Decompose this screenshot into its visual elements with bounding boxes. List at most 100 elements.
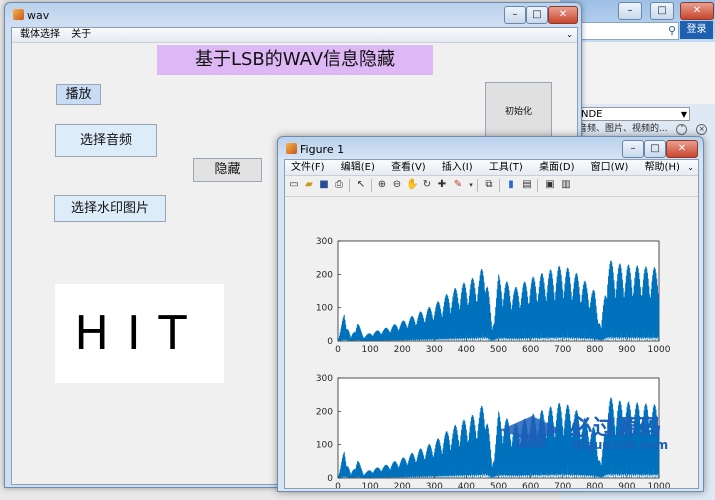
colorbar-icon[interactable]: ▮ bbox=[505, 179, 517, 191]
maximize-button[interactable]: □ bbox=[650, 2, 674, 20]
brush-icon[interactable]: ✎ bbox=[452, 179, 464, 191]
x-tick-label: 200 bbox=[394, 345, 411, 355]
chevron-down-icon: ▼ bbox=[680, 110, 687, 119]
menu-file[interactable]: 文件(F) bbox=[291, 162, 325, 173]
chevron-down-circle-icon[interactable]: ˅ bbox=[676, 124, 688, 135]
y-tick-label: 0 bbox=[327, 337, 333, 347]
chevron-icon[interactable]: ⌄ bbox=[566, 28, 573, 42]
play-button[interactable]: 播放 bbox=[56, 84, 101, 105]
browser-search-input[interactable]: ⚲ bbox=[578, 22, 679, 40]
legend-icon[interactable]: ▤ bbox=[521, 179, 533, 191]
minimize-button[interactable]: – bbox=[618, 2, 642, 20]
print-icon[interactable]: ⎙ bbox=[333, 179, 345, 191]
data-cursor-icon[interactable]: ✚ bbox=[436, 179, 448, 191]
page-title: 基于LSB的WAV信息隐藏 bbox=[157, 45, 433, 75]
close-circle-icon[interactable]: × bbox=[696, 124, 708, 135]
menu-help[interactable]: 帮助(H) bbox=[645, 162, 680, 173]
x-tick-label: 600 bbox=[522, 345, 539, 355]
y-tick-label: 0 bbox=[327, 474, 333, 484]
x-tick-label: 100 bbox=[362, 345, 379, 355]
x-tick-label: 400 bbox=[458, 345, 475, 355]
login-button[interactable]: 登录 bbox=[680, 21, 713, 39]
maximize-button[interactable]: □ bbox=[526, 6, 548, 24]
x-tick-label: 700 bbox=[554, 482, 571, 488]
x-tick-label: 300 bbox=[426, 482, 443, 488]
y-tick-label: 100 bbox=[316, 441, 333, 451]
new-file-icon[interactable]: ▭ bbox=[288, 179, 300, 191]
menu-about[interactable]: 关于 bbox=[71, 29, 91, 40]
menu-tools[interactable]: 工具(T) bbox=[489, 162, 523, 173]
toolbar-divider bbox=[349, 179, 350, 192]
search-icon[interactable]: ⚲ bbox=[668, 24, 676, 37]
zoom-in-icon[interactable]: ⊕ bbox=[376, 179, 388, 191]
toolbar-divider bbox=[537, 179, 538, 192]
watermark-subtext: Biguo100.com bbox=[572, 438, 669, 452]
x-tick-label: 0 bbox=[335, 345, 341, 355]
watermark-image: HIT bbox=[55, 284, 224, 383]
browser-dropdown[interactable]: NDE ▼ bbox=[578, 107, 690, 121]
browser-row-text: 音频、图片、视频的... bbox=[578, 124, 668, 134]
x-tick-label: 500 bbox=[490, 345, 507, 355]
pan-icon[interactable]: ✋ bbox=[406, 179, 418, 191]
chevron-down-icon[interactable]: ▾ bbox=[465, 179, 477, 191]
maximize-button[interactable]: □ bbox=[644, 140, 666, 158]
minimize-button[interactable]: – bbox=[622, 140, 644, 158]
x-tick-label: 200 bbox=[394, 482, 411, 488]
select-watermark-button[interactable]: 选择水印图片 bbox=[54, 195, 166, 222]
graduation-cap-icon bbox=[500, 416, 562, 448]
init-button[interactable]: 初始化 bbox=[485, 82, 552, 142]
minimize-button[interactable]: – bbox=[504, 6, 526, 24]
dropdown-value: NDE bbox=[581, 109, 603, 120]
window-title: Figure 1 bbox=[300, 143, 345, 156]
y-tick-label: 300 bbox=[316, 374, 333, 384]
x-tick-label: 1000 bbox=[648, 482, 671, 488]
site-watermark: 必过源码 Biguo100.com bbox=[492, 408, 692, 460]
x-tick-label: 100 bbox=[362, 482, 379, 488]
x-tick-label: 800 bbox=[586, 345, 603, 355]
x-tick-label: 900 bbox=[618, 482, 635, 488]
y-tick-label: 300 bbox=[316, 237, 333, 247]
figure-menu-bar: 文件(F) 编辑(E) 查看(V) 插入(I) 工具(T) 桌面(D) 窗口(W… bbox=[285, 160, 698, 176]
show-plot-tools-icon[interactable]: ▥ bbox=[560, 179, 572, 191]
hide-plot-tools-icon[interactable]: ▣ bbox=[544, 179, 556, 191]
close-button[interactable]: ✕ bbox=[666, 140, 698, 158]
matlab-icon bbox=[13, 9, 24, 20]
pointer-icon[interactable]: ↖ bbox=[355, 179, 367, 191]
open-icon[interactable]: ▰ bbox=[303, 179, 315, 191]
chevron-icon[interactable]: ⌄ bbox=[687, 160, 694, 175]
matlab-icon bbox=[286, 143, 297, 154]
select-audio-button[interactable]: 选择音频 bbox=[55, 124, 157, 157]
x-tick-label: 800 bbox=[586, 482, 603, 488]
toolbar-divider bbox=[371, 179, 372, 192]
menu-edit[interactable]: 编辑(E) bbox=[341, 162, 375, 173]
link-icon[interactable]: ⧉ bbox=[483, 179, 495, 191]
toolbar-divider bbox=[477, 179, 478, 192]
window-title: wav bbox=[27, 9, 50, 22]
toolbar-divider bbox=[499, 179, 500, 192]
menu-carrier-select[interactable]: 载体选择 bbox=[20, 29, 60, 40]
x-tick-label: 1000 bbox=[648, 345, 671, 355]
rotate-icon[interactable]: ↻ bbox=[421, 179, 433, 191]
x-tick-label: 600 bbox=[522, 482, 539, 488]
x-tick-label: 0 bbox=[335, 482, 341, 488]
menu-window[interactable]: 窗口(W) bbox=[591, 162, 629, 173]
menu-desktop[interactable]: 桌面(D) bbox=[539, 162, 575, 173]
x-tick-label: 900 bbox=[618, 345, 635, 355]
menu-insert[interactable]: 插入(I) bbox=[442, 162, 473, 173]
x-tick-label: 500 bbox=[490, 482, 507, 488]
figure-toolbar: ▭ ▰ ■ ⎙ ↖ ⊕ ⊖ ✋ ↻ ✚ ✎ ▾ ⧉ ▮ ▤ ▣ ▥ bbox=[285, 176, 698, 197]
y-tick-label: 100 bbox=[316, 304, 333, 314]
y-tick-label: 200 bbox=[316, 407, 333, 417]
menu-bar: 载体选择 关于 ⌄ bbox=[12, 28, 577, 43]
x-tick-label: 400 bbox=[458, 482, 475, 488]
browser-panel bbox=[578, 42, 715, 104]
browser-text-row: 音频、图片、视频的... ˅ × bbox=[578, 123, 715, 136]
close-button[interactable]: ✕ bbox=[680, 2, 714, 20]
save-icon[interactable]: ■ bbox=[318, 179, 330, 191]
zoom-out-icon[interactable]: ⊖ bbox=[391, 179, 403, 191]
close-button[interactable]: ✕ bbox=[548, 6, 578, 24]
x-tick-label: 300 bbox=[426, 345, 443, 355]
hide-button[interactable]: 隐藏 bbox=[193, 158, 262, 182]
menu-view[interactable]: 查看(V) bbox=[391, 162, 426, 173]
x-tick-label: 700 bbox=[554, 345, 571, 355]
